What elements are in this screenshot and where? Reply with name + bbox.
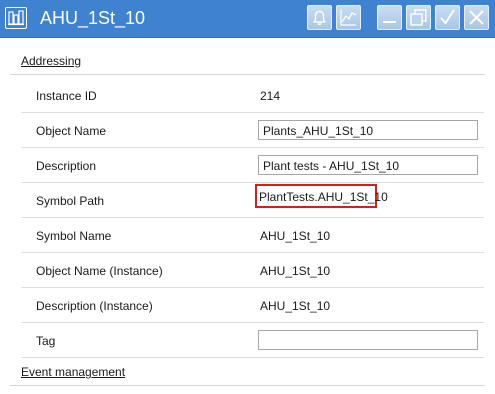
section-event-management[interactable]: Event management <box>21 365 125 379</box>
description-instance-value: AHU_1St_10 <box>260 299 331 313</box>
checkmark-icon <box>440 9 455 25</box>
close-button[interactable] <box>464 5 489 30</box>
window-title: AHU_1St_10 <box>40 8 146 28</box>
minimize-icon <box>383 21 396 23</box>
minimize-button[interactable] <box>377 5 402 30</box>
property-label: Instance ID <box>36 89 97 103</box>
property-row-object-name-instance: Object Name (Instance) AHU_1St_10 <box>21 253 484 288</box>
symbol-name-value: AHU_1St_10 <box>260 229 331 243</box>
property-row-tag: Tag <box>21 323 484 358</box>
description-field[interactable]: Plant tests - AHU_1St_10 <box>258 155 478 175</box>
property-label: Object Name <box>36 124 107 138</box>
instance-id-value: 214 <box>260 89 281 103</box>
property-label: Object Name (Instance) <box>36 264 163 278</box>
bell-icon <box>313 10 326 26</box>
restore-button[interactable] <box>406 5 431 30</box>
object-name-field[interactable]: Plants_AHU_1St_10 <box>258 120 478 140</box>
property-label: Description (Instance) <box>36 299 153 313</box>
close-icon <box>469 10 484 25</box>
property-panel: Addressing Instance ID 214 Object Name P… <box>0 38 495 394</box>
property-row-symbol-name: Symbol Name AHU_1St_10 <box>21 218 484 253</box>
property-row-instance-id: Instance ID 214 <box>21 78 484 113</box>
trend-button[interactable] <box>336 5 361 30</box>
restore-icon <box>410 9 427 26</box>
property-row-symbol-path: Symbol Path PlantTests.AHU_1St_10 <box>21 183 484 218</box>
property-row-object-name: Object Name Plants_AHU_1St_10 <box>21 113 484 148</box>
property-label: Description <box>36 159 97 173</box>
tag-field[interactable] <box>258 330 478 350</box>
section-divider <box>10 385 485 386</box>
property-label: Symbol Path <box>36 194 105 208</box>
symbol-path-value-highlighted: PlantTests.AHU_1St_10 <box>255 184 388 208</box>
window-titlebar: AHU_1St_10 <box>0 0 495 38</box>
property-label: Symbol Name <box>36 229 112 243</box>
trend-chart-icon <box>340 10 357 26</box>
section-divider <box>10 74 485 75</box>
property-label: Tag <box>36 334 56 348</box>
section-addressing[interactable]: Addressing <box>21 54 81 68</box>
confirm-button[interactable] <box>435 5 460 30</box>
alarm-button[interactable] <box>307 5 332 30</box>
object-name-instance-value: AHU_1St_10 <box>260 264 331 278</box>
property-row-description-instance: Description (Instance) AHU_1St_10 <box>21 288 484 323</box>
plant-object-icon <box>5 7 27 29</box>
property-row-description: Description Plant tests - AHU_1St_10 <box>21 148 484 183</box>
